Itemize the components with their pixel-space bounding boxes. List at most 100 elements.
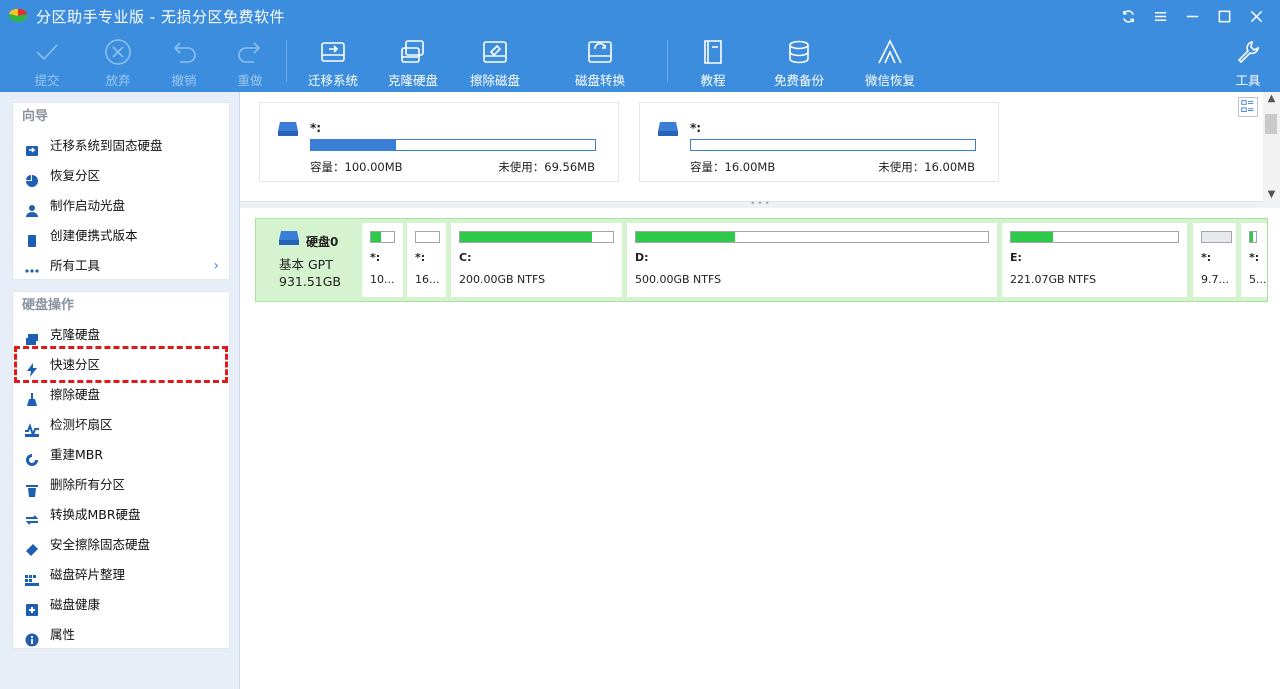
vertical-scrollbar[interactable]: ▲ ▼ [1263, 92, 1280, 202]
scroll-down-icon[interactable]: ▼ [1263, 188, 1280, 202]
migrate-os-button[interactable]: 迁移系统 [293, 34, 373, 90]
window-title: 分区助手专业版 - 无损分区免费软件 [36, 8, 285, 26]
volume-card[interactable]: *: 容量：100.00MB 未使用：69.56MB [259, 102, 619, 182]
disk-convert-icon [588, 41, 612, 63]
partition-usage-bar [1249, 231, 1257, 243]
sidebar-item-boot-disc[interactable]: 制作启动光盘 [13, 191, 229, 221]
toolbar-separator [286, 40, 287, 82]
sidebar-item-defrag[interactable]: 磁盘碎片整理 [13, 560, 229, 590]
chevron-right-icon: › [213, 258, 219, 274]
wizard-panel: 向导 迁移系统到固态硬盘 恢复分区 制作启动光盘 创建便携式版本 所有工具 › [12, 102, 230, 280]
partition-usage-bar [459, 231, 614, 243]
partition-block[interactable]: *: 16... [407, 223, 446, 297]
title-bar: 分区助手专业版 - 无损分区免费软件 [0, 0, 1280, 32]
broom-icon [27, 393, 37, 406]
clone-icon [26, 334, 38, 345]
close-button[interactable] [1240, 4, 1272, 28]
book-icon [704, 40, 722, 64]
clone-disk-icon [401, 40, 424, 63]
minimize-button[interactable] [1176, 4, 1208, 28]
free-backup-button[interactable]: 免费备份 [759, 34, 839, 90]
content-area: *: 容量：100.00MB 未使用：69.56MB *: 容量：16.00MB… [240, 92, 1280, 689]
sidebar: 向导 迁移系统到固态硬盘 恢复分区 制作启动光盘 创建便携式版本 所有工具 › [0, 92, 240, 689]
sidebar-item-secure-erase[interactable]: 安全擦除固态硬盘 [13, 530, 229, 560]
sidebar-item-properties[interactable]: 属性 [13, 620, 229, 650]
migrate-icon [26, 146, 38, 156]
sidebar-item-migrate-ssd[interactable]: 迁移系统到固态硬盘 [13, 131, 229, 161]
volume-usage-bar [690, 139, 976, 151]
partition-block[interactable]: E: 221.07GB NTFS [1002, 223, 1187, 297]
list-view-icon [1241, 100, 1254, 112]
tools-button[interactable]: 工具 [1208, 34, 1280, 90]
wipe-disk-button[interactable]: 擦除磁盘 [455, 34, 535, 90]
partition-usage-bar [370, 231, 395, 243]
volume-unused: 未使用：69.56MB [498, 160, 595, 174]
partition-usage-fill [371, 232, 382, 242]
maximize-icon [1218, 10, 1230, 22]
drive-icon [279, 231, 299, 245]
partition-block[interactable]: *: 10... [362, 223, 403, 297]
wizard-panel-title: 向导 [22, 109, 49, 124]
tutorial-button[interactable]: 教程 [673, 34, 753, 90]
rebuild-icon [26, 454, 38, 466]
partition-block[interactable]: D: 500.00GB NTFS [627, 223, 997, 297]
window-controls [1112, 4, 1272, 28]
partition-usage-fill [1250, 232, 1253, 242]
commit-button[interactable]: 提交 [7, 34, 87, 90]
partition-block[interactable]: *: 9.7... [1193, 223, 1236, 297]
drive-icon [658, 122, 678, 136]
backup-icon [789, 40, 809, 64]
sidebar-item-disk-health[interactable]: 磁盘健康 [13, 590, 229, 620]
disk-info[interactable]: 硬盘0 基本 GPT 931.51GB [256, 219, 359, 301]
partition-block[interactable]: C: 200.00GB NTFS [451, 223, 622, 297]
pulse-icon [25, 423, 39, 439]
checkmark-icon [36, 44, 58, 61]
refresh-icon [1122, 9, 1134, 23]
wechat-recovery-button[interactable]: 微信恢复 [850, 34, 930, 90]
highlight-annotation [14, 346, 228, 383]
main-area: 向导 迁移系统到固态硬盘 恢复分区 制作启动光盘 创建便携式版本 所有工具 › [0, 92, 1280, 689]
pie-icon [26, 175, 38, 187]
volume-capacity: 容量：100.00MB [310, 160, 403, 174]
redo-button[interactable]: 重做 [210, 34, 290, 90]
toolbar-separator [667, 40, 668, 82]
refresh-button[interactable] [1112, 4, 1144, 28]
partition-usage-fill [1011, 232, 1053, 242]
trash-icon [26, 485, 38, 497]
sidebar-item-delete-all[interactable]: 删除所有分区 [13, 470, 229, 500]
sidebar-item-recover-partition[interactable]: 恢复分区 [13, 161, 229, 191]
sidebar-item-bad-sector[interactable]: 检测坏扇区 [13, 410, 229, 440]
undo-icon [173, 42, 196, 63]
volume-capacity: 容量：16.00MB [690, 160, 776, 174]
pane-splitter[interactable]: • • • [240, 200, 1280, 208]
sidebar-item-rebuild-mbr[interactable]: 重建MBR [13, 440, 229, 470]
person-icon [26, 205, 38, 217]
disk-row[interactable]: 硬盘0 基本 GPT 931.51GB *: 10... *: 16... C:… [255, 218, 1268, 302]
sidebar-item-wipe-disk[interactable]: 擦除硬盘 [13, 380, 229, 410]
view-toggle-button[interactable] [1238, 97, 1258, 117]
disk-convert-button[interactable]: 磁盘转换 [560, 34, 640, 90]
volume-card-pane: *: 容量：100.00MB 未使用：69.56MB *: 容量：16.00MB… [240, 92, 1280, 202]
partition-block[interactable]: *: 5... [1241, 223, 1267, 297]
disk-type: 基本 GPT [279, 257, 333, 272]
minimize-icon [1186, 15, 1198, 17]
disk-size: 931.51GB [279, 274, 341, 289]
sidebar-item-all-tools[interactable]: 所有工具 › [13, 251, 229, 281]
clone-disk-button[interactable]: 克隆硬盘 [373, 34, 453, 90]
maximize-button[interactable] [1208, 4, 1240, 28]
volume-card[interactable]: *: 容量：16.00MB 未使用：16.00MB [639, 102, 999, 182]
convert-icon [25, 515, 39, 525]
menu-button[interactable] [1144, 4, 1176, 28]
sidebar-item-portable[interactable]: 创建便携式版本 [13, 221, 229, 251]
sidebar-item-convert-mbr[interactable]: 转换成MBR硬盘 [13, 500, 229, 530]
partition-usage-fill [460, 232, 592, 242]
wipe-disk-icon [483, 41, 507, 63]
discard-icon [105, 39, 131, 65]
scroll-up-icon[interactable]: ▲ [1263, 92, 1280, 106]
disk-title: 硬盘0 [306, 235, 339, 249]
scroll-thumb[interactable] [1265, 114, 1277, 134]
migrate-os-icon [321, 42, 345, 62]
partition-usage-bar [1010, 231, 1179, 243]
partition-usage-fill [636, 232, 735, 242]
wrench-icon [1237, 40, 1259, 64]
